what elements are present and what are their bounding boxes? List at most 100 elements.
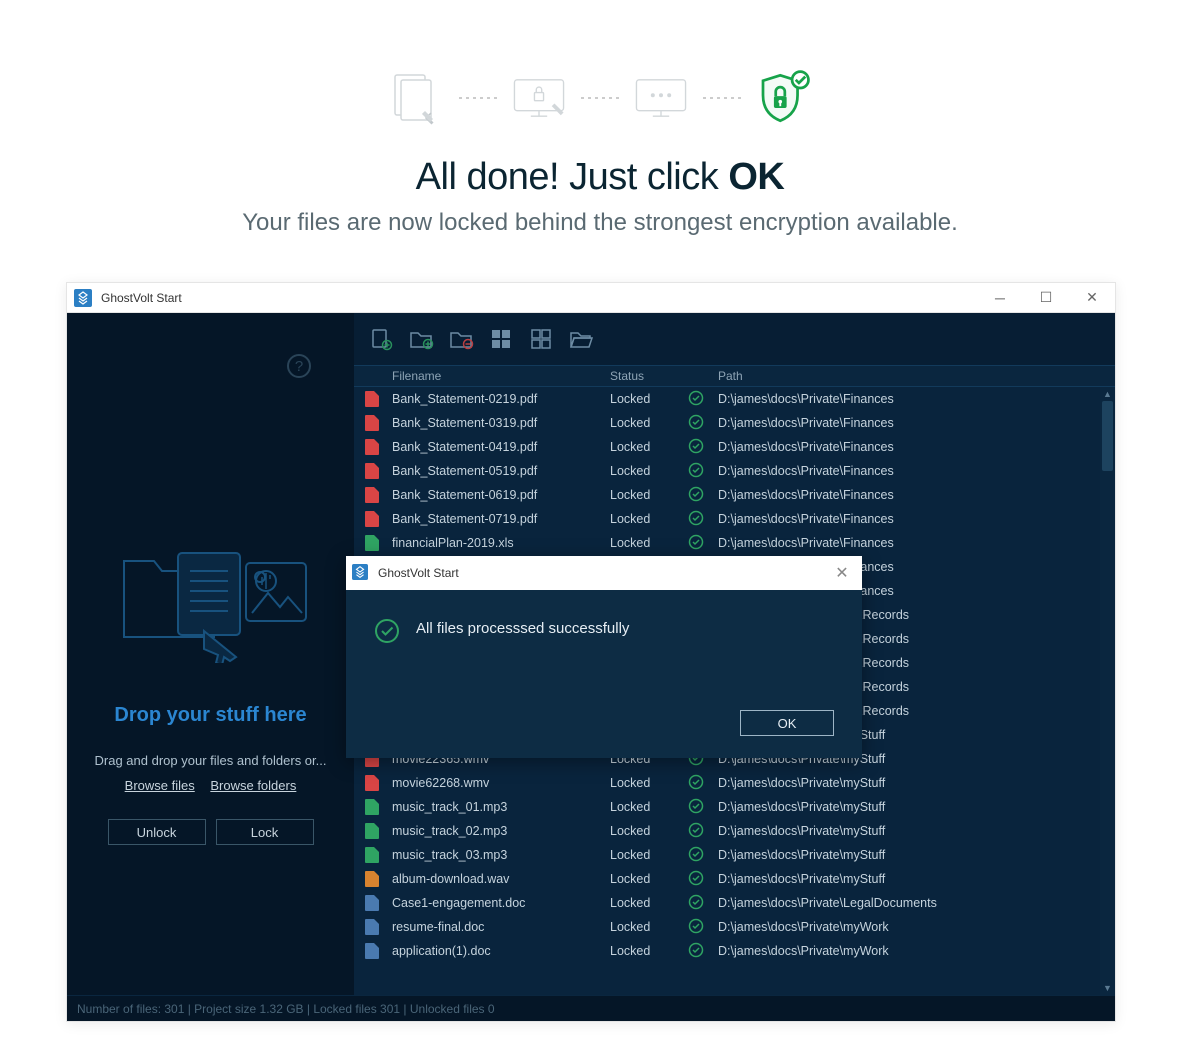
scroll-down-icon[interactable]: ▼ — [1100, 981, 1115, 995]
cell-filename: Bank_Statement-0419.pdf — [390, 440, 610, 454]
cell-path: D:\james\docs\Private\myStuff — [718, 776, 1100, 790]
dialog-titlebar[interactable]: GhostVolt Start ✕ — [346, 556, 862, 590]
table-row[interactable]: application(1).docLockedD:\james\docs\Pr… — [354, 939, 1115, 963]
help-icon[interactable]: ? — [286, 353, 312, 384]
page-subline: Your files are now locked behind the str… — [0, 209, 1200, 237]
table-row[interactable]: Bank_Statement-0519.pdfLockedD:\james\do… — [354, 459, 1115, 483]
cell-path: D:\james\docs\Private\Finances — [718, 440, 1100, 454]
close-button[interactable]: ✕ — [1069, 283, 1115, 313]
table-row[interactable]: Bank_Statement-0619.pdfLocked D:\james\do… — [354, 483, 1115, 507]
dialog-title: GhostVolt Start — [378, 566, 822, 580]
file-icon — [365, 463, 379, 479]
cell-path: D:\james\docs\Private\Finances — [718, 512, 1100, 526]
column-status[interactable]: Status — [610, 369, 688, 383]
cell-filename: music_track_02.mp3 — [390, 824, 610, 838]
app-icon — [73, 288, 93, 308]
step-files-icon — [387, 68, 447, 128]
column-filename[interactable]: Filename — [390, 369, 610, 383]
table-row[interactable]: music_track_02.mp3LockedD:\james\docs\Pr… — [354, 819, 1115, 843]
step-divider — [581, 97, 619, 99]
step-divider — [459, 97, 497, 99]
cell-path: D:\james\docs\Private\myWork — [718, 920, 1100, 934]
status-check-icon — [688, 462, 718, 481]
column-path[interactable]: Path — [718, 369, 1100, 383]
file-icon — [365, 511, 379, 527]
scroll-up-icon[interactable]: ▲ — [1100, 387, 1115, 401]
dialog-message: All files processsed successfully — [416, 620, 629, 637]
table-row[interactable]: Case1-engagement.docLockedD:\james\docs\… — [354, 891, 1115, 915]
maximize-button[interactable]: ☐ — [1023, 283, 1069, 313]
file-icon — [365, 895, 379, 911]
step-secure-icon — [753, 68, 813, 128]
status-check-icon — [688, 870, 718, 889]
cell-filename: Case1-engagement.doc — [390, 896, 610, 910]
table-row[interactable]: Bank_Statement-0419.pdfLockedD:\james\do… — [354, 435, 1115, 459]
success-check-icon — [374, 618, 400, 649]
table-row[interactable]: financialPlan-2019.xlsLockedD:\james\doc… — [354, 531, 1115, 555]
view-large-icon[interactable] — [488, 326, 514, 352]
cell-path: D:\james\docs\Private\Finances — [718, 416, 1100, 430]
cell-filename: application(1).doc — [390, 944, 610, 958]
table-row[interactable]: Bank_Statement-0219.pdfLockedD:\james\do… — [354, 387, 1115, 411]
view-small-icon[interactable] — [528, 326, 554, 352]
cell-status: Locked — [610, 920, 688, 934]
table-row[interactable]: Bank_Statement-0719.pdfLockedD:\james\do… — [354, 507, 1115, 531]
table-row[interactable]: movie62268.wmvLockedD:\james\docs\Privat… — [354, 771, 1115, 795]
open-folder-icon[interactable] — [568, 326, 594, 352]
status-check-icon — [688, 390, 718, 409]
cell-path: D:\james\docs\Private\myStuff — [718, 848, 1100, 862]
drop-title: Drop your stuff here — [114, 704, 306, 727]
cell-status: Locked — [610, 488, 688, 502]
lock-button[interactable]: Lock — [216, 819, 314, 845]
file-icon — [365, 847, 379, 863]
table-row[interactable]: Bank_Statement-0319.pdfLocked D:\james\do… — [354, 411, 1115, 435]
step-divider — [703, 97, 741, 99]
app-icon — [352, 564, 370, 582]
browse-folders-link[interactable]: Browse folders — [210, 778, 296, 793]
cell-filename: album-download.wav — [390, 872, 610, 886]
page-headline: All done! Just click OK — [0, 156, 1200, 199]
status-check-icon — [688, 486, 718, 505]
remove-folder-icon[interactable] — [448, 326, 474, 352]
sidebar: ? Drop your stuff here Drag and drop you… — [67, 313, 354, 995]
cell-path: D:\james\docs\Private\Finances — [718, 464, 1100, 478]
table-row[interactable]: music_track_01.mp3LockedD:\james\docs\Pr… — [354, 795, 1115, 819]
add-file-icon[interactable] — [368, 326, 394, 352]
cell-filename: Bank_Statement-0319.pdf — [390, 416, 610, 430]
table-row[interactable]: resume-final.docLockedD:\james\docs\Priv… — [354, 915, 1115, 939]
ok-button[interactable]: OK — [740, 710, 834, 736]
cell-status: Locked — [610, 944, 688, 958]
cell-filename: Bank_Statement-0519.pdf — [390, 464, 610, 478]
cell-filename: movie62268.wmv — [390, 776, 610, 790]
file-icon — [365, 919, 379, 935]
cell-status: Locked — [610, 848, 688, 862]
add-folder-icon[interactable] — [408, 326, 434, 352]
dialog-close-button[interactable]: ✕ — [822, 556, 862, 590]
status-check-icon — [688, 894, 718, 913]
file-icon — [365, 415, 379, 431]
minimize-button[interactable]: ─ — [977, 283, 1023, 313]
table-row[interactable]: album-download.wavLockedD:\james\docs\Pr… — [354, 867, 1115, 891]
step-processing-icon — [631, 68, 691, 128]
table-row[interactable]: music_track_03.mp3LockedD:\james\docs\Pr… — [354, 843, 1115, 867]
scrollbar[interactable]: ▲ ▼ — [1100, 387, 1115, 995]
cell-status: Locked — [610, 800, 688, 814]
status-check-icon — [688, 510, 718, 529]
titlebar[interactable]: GhostVolt Start ─ ☐ ✕ — [67, 283, 1115, 313]
browse-files-link[interactable]: Browse files — [125, 778, 195, 793]
status-check-icon — [688, 798, 718, 817]
cell-path: D:\james\docs\Private\Finances — [718, 488, 1100, 502]
progress-steps — [0, 68, 1200, 128]
cell-status: Locked — [610, 416, 688, 430]
cell-path: D:\james\docs\Private\Finances — [718, 536, 1100, 550]
status-check-icon — [688, 846, 718, 865]
scroll-thumb[interactable] — [1102, 401, 1113, 471]
drop-hint: Drag and drop your files and folders or.… — [95, 753, 327, 768]
window-title: GhostVolt Start — [101, 291, 977, 305]
unlock-button[interactable]: Unlock — [108, 819, 206, 845]
cell-filename: music_track_01.mp3 — [390, 800, 610, 814]
cell-filename: Bank_Statement-0619.pdf — [390, 488, 610, 502]
status-check-icon — [688, 822, 718, 841]
status-check-icon — [688, 918, 718, 937]
cell-filename: Bank_Statement-0719.pdf — [390, 512, 610, 526]
